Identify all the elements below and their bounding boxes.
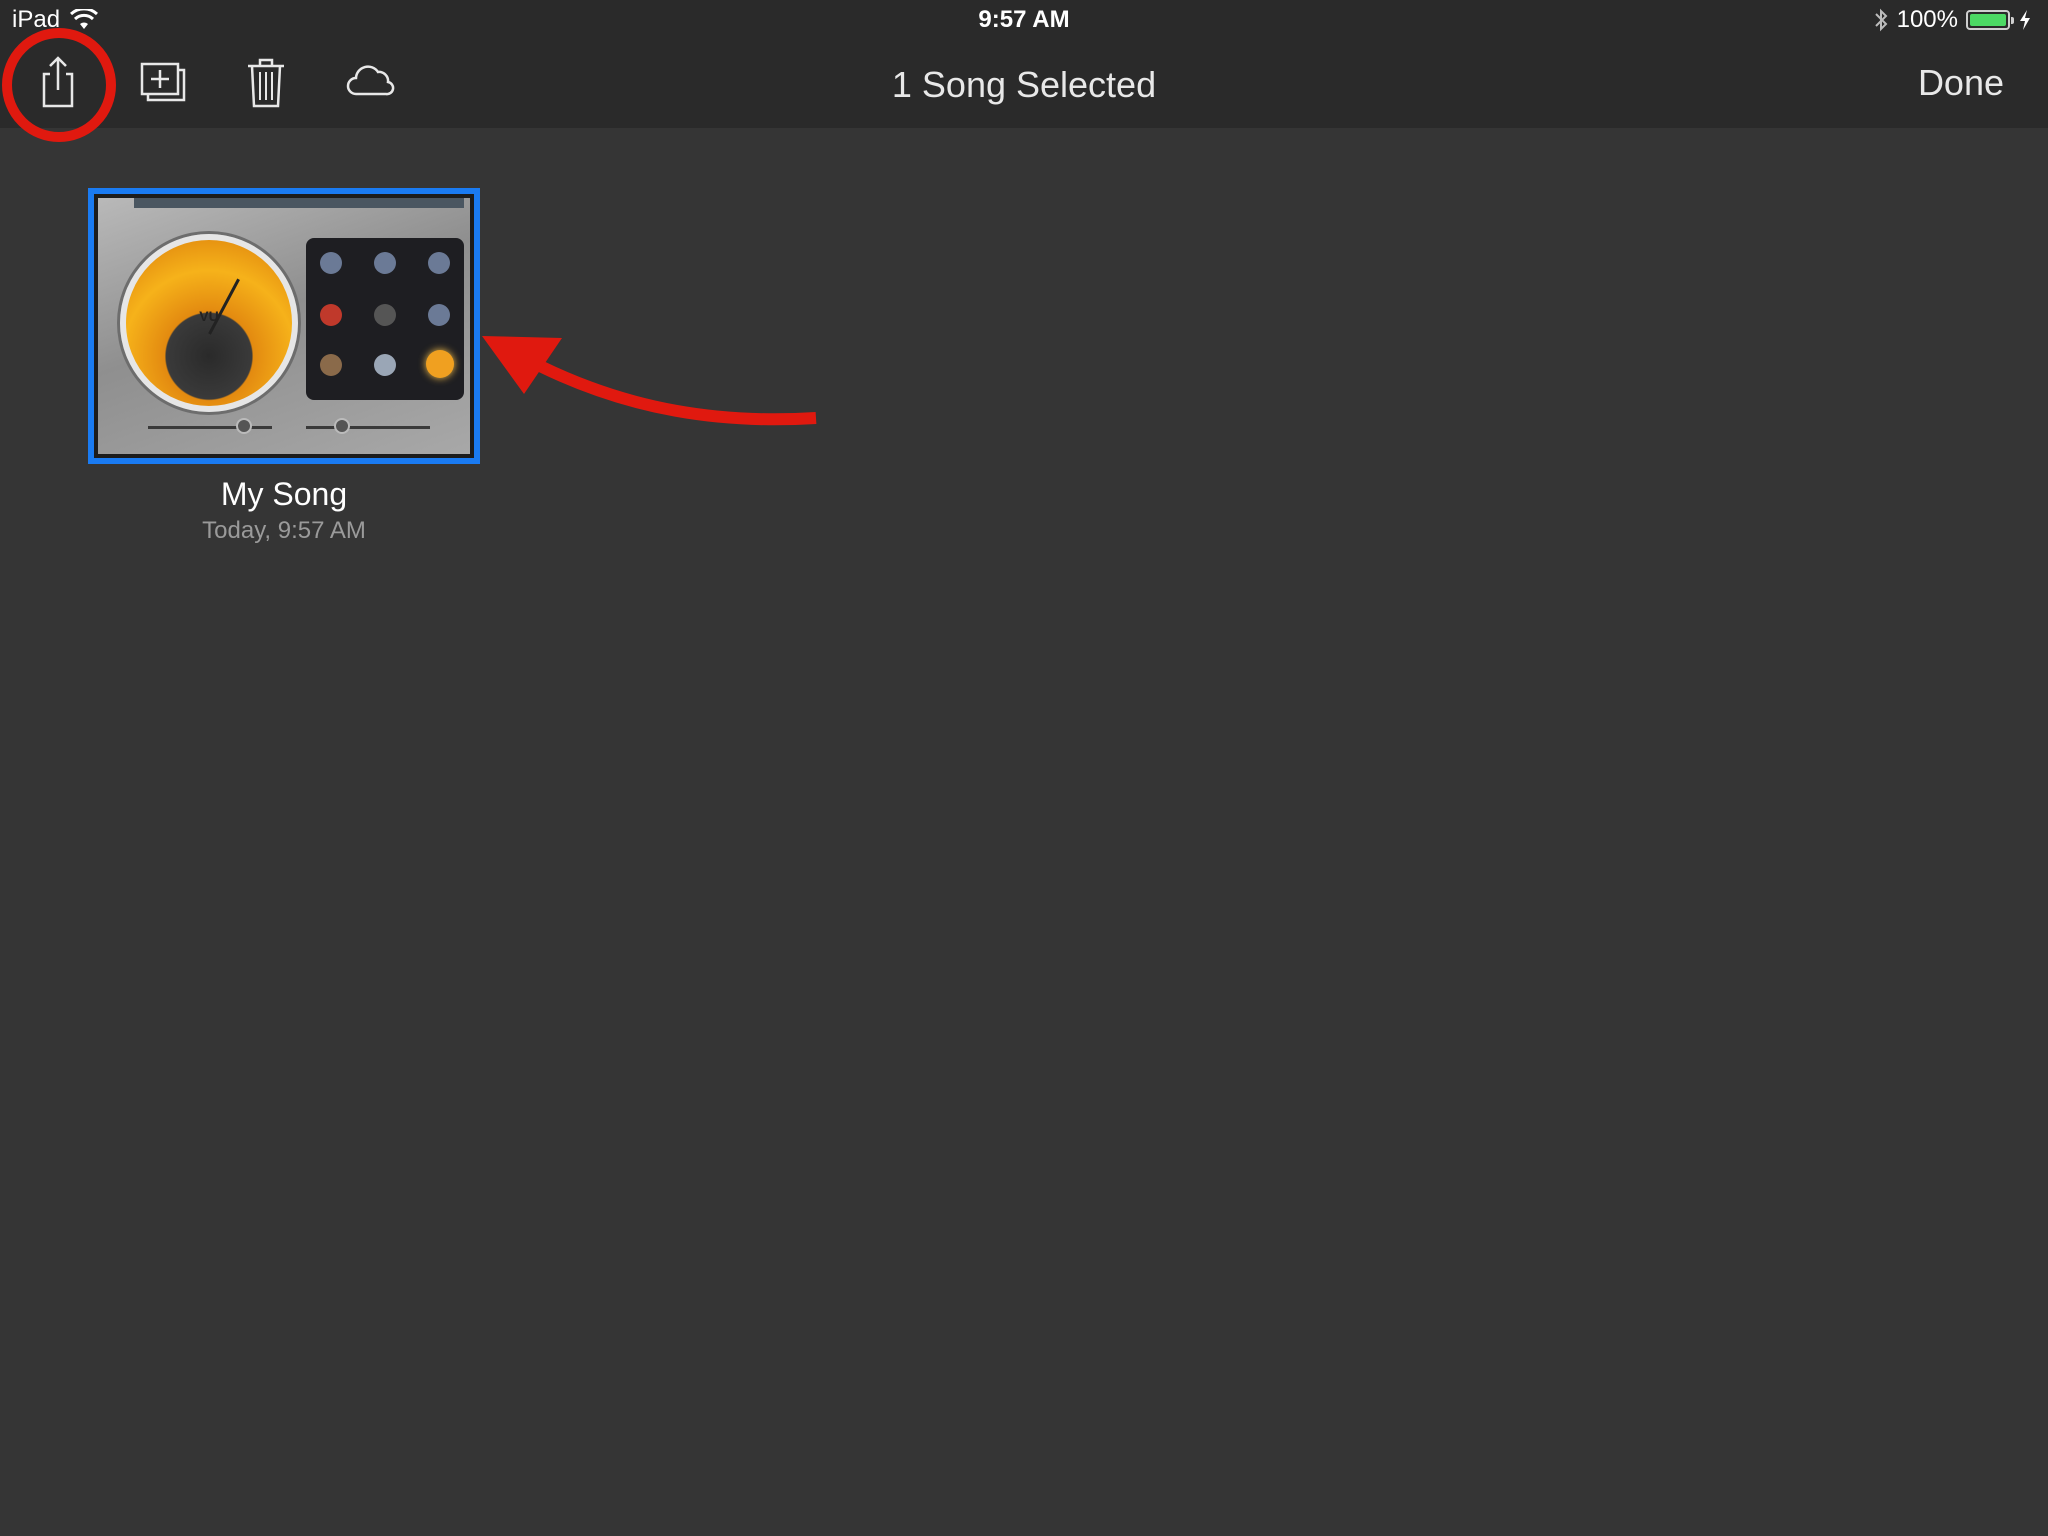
song-tile[interactable]: VU My Song Today, 9:57 AM: [88, 188, 480, 545]
pitch-slider: [148, 418, 272, 434]
song-name: My Song: [220, 476, 348, 512]
thumbnail-image: VU: [98, 198, 470, 454]
dreamy-icon: [428, 252, 450, 274]
robot-icon: [374, 354, 396, 376]
chipmunk-icon: [320, 354, 342, 376]
status-bar: iPad 9:57 AM 100%: [0, 0, 2048, 40]
trash-icon: [248, 58, 284, 108]
icloud-icon: [346, 65, 395, 96]
small-room-icon: [320, 252, 342, 274]
vu-label: VU: [199, 308, 219, 324]
bluetooth-icon: [1874, 8, 1888, 32]
pitch-slider-knob: [236, 418, 252, 434]
large-room-icon: [374, 252, 396, 274]
tone-slider: [306, 418, 430, 434]
tone-slider-knob: [334, 418, 350, 434]
toolbar: 1 Song Selected Done: [0, 40, 2048, 128]
icloud-button[interactable]: [338, 50, 402, 114]
monster-icon: [426, 350, 454, 378]
song-thumbnail[interactable]: VU: [88, 188, 480, 464]
battery-percent: 100%: [1896, 6, 1958, 33]
timeline-ruler: [134, 198, 464, 208]
highlight-circle: [2, 28, 116, 142]
battery-icon: [1966, 10, 2014, 30]
status-time: 9:57 AM: [978, 6, 1070, 33]
duplicate-icon: [140, 62, 186, 102]
done-button[interactable]: Done: [1918, 62, 2004, 104]
screen: iPad 9:57 AM 100% 1 Song Selected Done V…: [0, 0, 2048, 1536]
charging-icon: [2020, 10, 2030, 30]
telephone-icon: [320, 304, 342, 326]
song-date: Today, 9:57 AM: [202, 517, 366, 544]
delete-button[interactable]: [234, 50, 298, 114]
effects-panel: [306, 238, 464, 400]
toolbar-title: 1 Song Selected: [891, 64, 1157, 105]
vu-needle: [208, 278, 240, 335]
no-effect-icon: [374, 304, 396, 326]
bullhorn-icon: [428, 304, 450, 326]
vu-meter: VU: [120, 234, 298, 412]
battery-fill: [1970, 14, 2006, 26]
status-right: 100%: [1873, 6, 2032, 34]
duplicate-button[interactable]: [130, 50, 194, 114]
pointer-arrow: [482, 336, 817, 426]
